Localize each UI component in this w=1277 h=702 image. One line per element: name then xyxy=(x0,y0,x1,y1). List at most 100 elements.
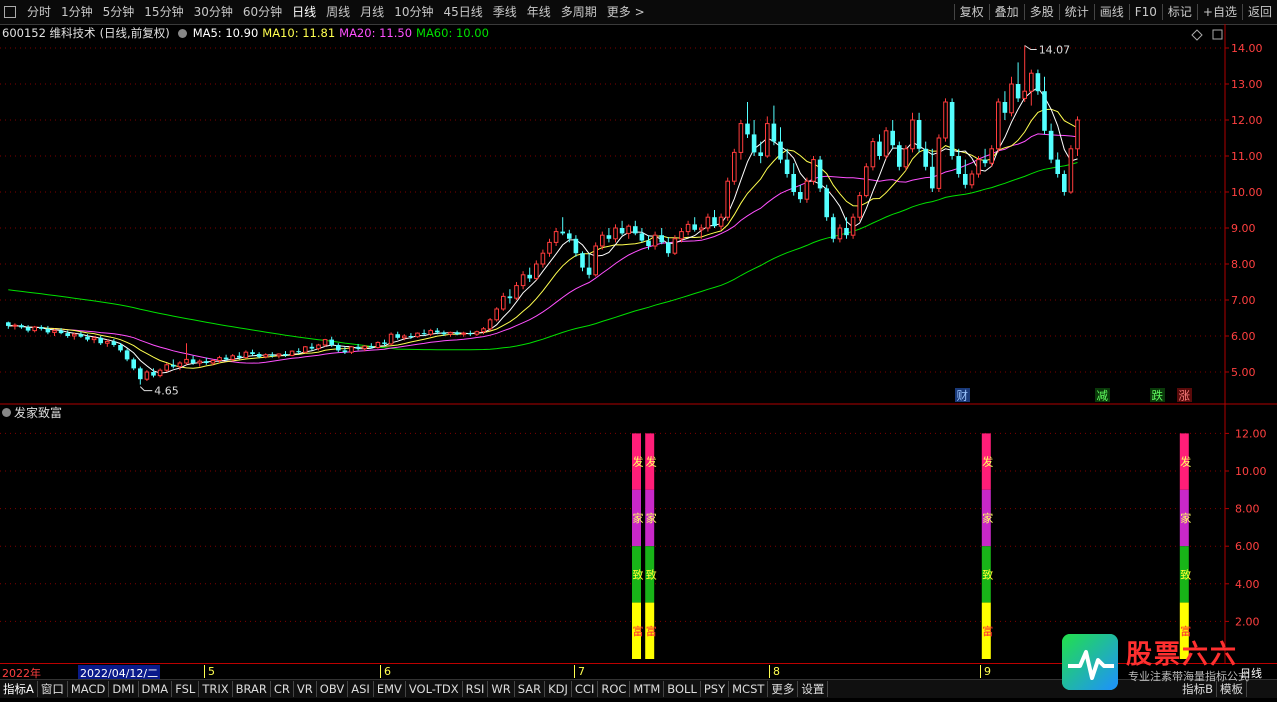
period-tab[interactable]: 45日线 xyxy=(438,0,487,24)
period-tab[interactable]: 10分钟 xyxy=(389,0,438,24)
period-tab[interactable]: 季线 xyxy=(488,0,522,24)
indicator-axis-label: 2.00 xyxy=(1235,615,1260,628)
candle xyxy=(949,98,955,160)
candle-body xyxy=(837,227,843,240)
toolbar-button[interactable]: 多股 xyxy=(1025,0,1059,24)
event-marker[interactable]: 涨 xyxy=(1177,388,1192,403)
indicator-tab[interactable]: PSY xyxy=(701,681,730,697)
candle xyxy=(474,330,480,336)
candle-body xyxy=(1068,148,1074,193)
diamond-icon[interactable] xyxy=(1191,29,1203,41)
price-axis-label: 14.00 xyxy=(1231,42,1263,55)
period-tab[interactable]: 更多 > xyxy=(602,0,650,24)
indicator-tab[interactable]: EMV xyxy=(374,681,406,697)
toolbar-button[interactable]: +自选 xyxy=(1198,0,1242,24)
period-tab[interactable]: 30分钟 xyxy=(189,0,238,24)
indicator-tab[interactable]: SAR xyxy=(515,681,546,697)
pane-collapse-icon[interactable] xyxy=(2,408,11,417)
candle xyxy=(448,331,453,337)
period-tab[interactable]: 年线 xyxy=(522,0,556,24)
toolbar-button[interactable]: F10 xyxy=(1130,0,1162,24)
toolbar-button[interactable]: 标记 xyxy=(1163,0,1197,24)
indicator-tab[interactable]: WR xyxy=(488,681,515,697)
period-tab[interactable]: 1分钟 xyxy=(56,0,98,24)
indicator-tab[interactable]: 窗口 xyxy=(38,681,68,697)
toolbar-button[interactable]: 复权 xyxy=(955,0,989,24)
candle xyxy=(705,213,711,232)
indicator-tab[interactable]: OBV xyxy=(317,681,349,697)
indicator-tab[interactable]: MCST xyxy=(729,681,769,697)
candle-body xyxy=(138,368,143,380)
indicator-tab[interactable]: 设置 xyxy=(798,681,829,697)
period-tab[interactable]: 多周期 xyxy=(556,0,602,24)
signal-bar-char: 家 xyxy=(633,511,644,525)
indicator-tab[interactable]: BRAR xyxy=(233,681,271,697)
indicator-tab[interactable]: FSL xyxy=(172,681,200,697)
candle-body xyxy=(1015,84,1021,99)
indicator-tab[interactable]: ROC xyxy=(598,681,631,697)
period-tab[interactable]: 月线 xyxy=(355,0,389,24)
candle xyxy=(936,134,942,192)
indicator-tab[interactable]: MTM xyxy=(630,681,665,697)
kline-chart[interactable]: 发家致富发家致富发家致富发家致富 14.0013.0012.0011.0010.… xyxy=(0,24,1277,663)
candle-body xyxy=(573,238,579,254)
toolbar-button[interactable]: 叠加 xyxy=(990,0,1024,24)
indicator-tab[interactable]: ASI xyxy=(348,681,374,697)
indicator-tab[interactable]: TRIX xyxy=(199,681,233,697)
chart-window-icon[interactable] xyxy=(1212,29,1223,40)
toolbar-button[interactable]: 画线 xyxy=(1095,0,1129,24)
candle xyxy=(923,141,928,171)
indicator-tab[interactable]: DMA xyxy=(139,681,173,697)
candle xyxy=(534,260,539,281)
candle xyxy=(461,331,466,337)
candle xyxy=(1042,76,1047,135)
indicator-pane-title[interactable]: 发家致富 xyxy=(2,404,62,421)
candle-body xyxy=(336,345,341,351)
price-axis-label: 9.00 xyxy=(1231,222,1256,235)
candle xyxy=(138,366,143,385)
candle xyxy=(771,105,777,146)
candle-body xyxy=(864,166,869,197)
candle-body xyxy=(316,344,321,350)
candle xyxy=(1022,45,1028,102)
candle-body xyxy=(468,333,473,335)
period-tab[interactable]: 5分钟 xyxy=(98,0,140,24)
candle xyxy=(276,353,282,359)
indicator-tab[interactable]: BOLL xyxy=(664,681,701,697)
period-tab[interactable]: 分时 xyxy=(22,0,56,24)
signal-bar-char: 富 xyxy=(982,624,993,638)
event-marker[interactable]: 减 xyxy=(1095,388,1110,403)
candle-body xyxy=(547,241,552,254)
event-marker-text: 跌 xyxy=(1152,389,1164,403)
indicator-axis-label: 8.00 xyxy=(1235,503,1260,516)
indicator-tab[interactable]: VOL-TDX xyxy=(406,681,463,697)
indicator-tab[interactable]: 指标A xyxy=(0,681,38,697)
period-tab[interactable]: 15分钟 xyxy=(139,0,188,24)
period-tab[interactable]: 日线 xyxy=(287,0,321,24)
candle xyxy=(1075,116,1080,156)
period-tab[interactable]: 周线 xyxy=(321,0,355,24)
indicator-tab[interactable]: MACD xyxy=(68,681,110,697)
toolbar-button[interactable]: 统计 xyxy=(1060,0,1094,24)
candle xyxy=(527,267,532,282)
indicator-tab[interactable]: DMI xyxy=(109,681,139,697)
window-square-icon[interactable] xyxy=(4,6,16,18)
period-tab[interactable]: 60分钟 xyxy=(238,0,287,24)
candle xyxy=(124,348,130,362)
candle-body xyxy=(388,333,394,345)
candle-body xyxy=(738,123,744,153)
event-marker[interactable]: 财 xyxy=(955,388,970,403)
event-marker[interactable]: 跌 xyxy=(1150,388,1165,403)
indicator-tab[interactable]: 更多 xyxy=(768,681,799,697)
period-list: 分时 1分钟 5分钟 15分钟 30分钟 60分钟 日线 周线 月线 10分钟 45日线 季线 年线 多周… xyxy=(0,0,650,24)
indicator-tab[interactable]: RSI xyxy=(463,681,489,697)
indicator-tab[interactable]: KDJ xyxy=(545,681,572,697)
indicator-tab[interactable]: CCI xyxy=(572,681,599,697)
toolbar-button[interactable]: 返回 xyxy=(1243,0,1277,24)
indicator-tab[interactable]: VR xyxy=(294,681,317,697)
candle xyxy=(817,156,823,192)
signal-bar-char: 致 xyxy=(1180,567,1191,581)
candle-body xyxy=(844,228,849,236)
candle xyxy=(916,112,922,153)
indicator-tab[interactable]: CR xyxy=(271,681,294,697)
